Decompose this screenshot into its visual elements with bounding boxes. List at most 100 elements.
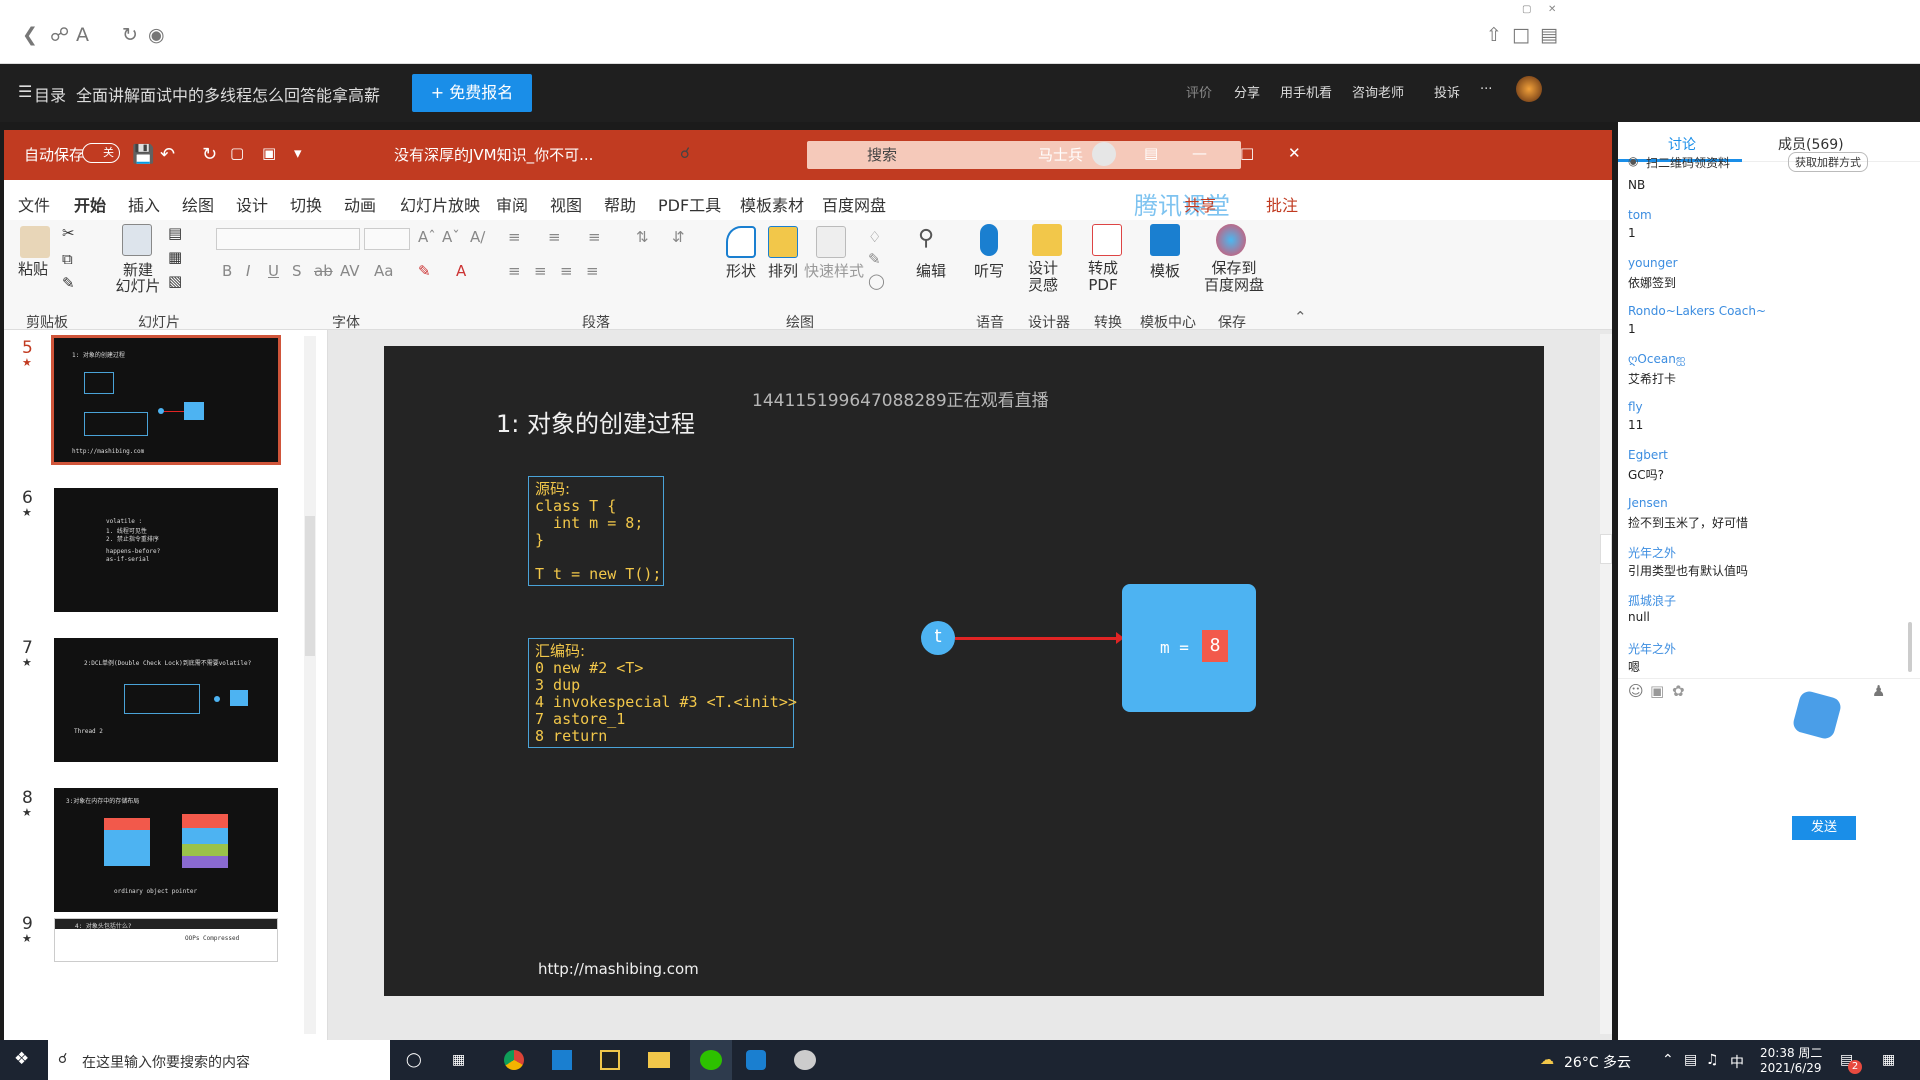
quick-styles-button[interactable]: 快速样式 bbox=[804, 260, 864, 281]
template-button[interactable]: 模板 bbox=[1150, 260, 1180, 281]
ribbon-display-icon[interactable]: ▤ bbox=[1144, 144, 1158, 162]
share-icon[interactable]: ⇧ bbox=[1486, 24, 1502, 46]
tab-review[interactable]: 审阅 bbox=[496, 192, 528, 216]
tray-up-icon[interactable]: ⌃ bbox=[1662, 1052, 1674, 1068]
line-spacing-icon[interactable]: ⇅ bbox=[636, 228, 649, 246]
close-icon[interactable]: ✕ bbox=[1288, 144, 1301, 162]
redo-icon[interactable]: ↻ bbox=[202, 144, 217, 165]
arrange-button[interactable]: 排列 bbox=[768, 260, 798, 281]
clock-time[interactable]: 20:38 周二 bbox=[1760, 1044, 1822, 1061]
emoji-icon[interactable]: ☺ bbox=[1628, 682, 1644, 700]
tab-animations[interactable]: 动画 bbox=[344, 192, 376, 216]
folder-icon[interactable] bbox=[648, 1052, 670, 1068]
slide-thumbnail-5[interactable]: 1: 对象的创建过程 http://mashibing.com bbox=[51, 335, 281, 465]
align-right-icon[interactable]: ≡ bbox=[560, 262, 573, 280]
tab-pdf-tools[interactable]: PDF工具 bbox=[658, 192, 721, 216]
store-icon[interactable] bbox=[552, 1050, 572, 1070]
underline-icon[interactable]: U bbox=[268, 262, 279, 280]
shape-fill-icon[interactable]: ♢ bbox=[868, 228, 881, 246]
thumbnail-scrollbar[interactable] bbox=[304, 336, 316, 1034]
compass-icon[interactable]: ◉ bbox=[148, 24, 165, 46]
avatar[interactable] bbox=[1516, 76, 1542, 102]
justify-icon[interactable]: ≡ bbox=[586, 262, 599, 280]
tab-members[interactable]: 成员(569) bbox=[1778, 134, 1844, 154]
new-slide-icon[interactable] bbox=[122, 224, 152, 256]
reset-icon[interactable]: ▦ bbox=[168, 248, 182, 266]
qr-notice[interactable]: 扫二维码领资料 bbox=[1646, 154, 1730, 171]
minimize-icon[interactable]: — bbox=[1192, 144, 1207, 162]
close-icon[interactable]: ✕ bbox=[1548, 4, 1556, 15]
user-icon[interactable]: ♟ bbox=[1872, 682, 1885, 700]
tab-insert[interactable]: 插入 bbox=[128, 192, 160, 216]
save-icon[interactable]: 💾 bbox=[132, 144, 154, 165]
menu-icon[interactable]: ☰ bbox=[18, 82, 32, 101]
cut-icon[interactable]: ✂ bbox=[62, 224, 75, 242]
paste-button[interactable]: 粘贴 bbox=[18, 258, 48, 279]
tab-file[interactable]: 文件 bbox=[18, 192, 50, 216]
copy-icon[interactable]: ⧉ bbox=[62, 250, 73, 268]
layout-icon[interactable]: ▤ bbox=[168, 224, 182, 242]
bullets-icon[interactable]: ≡ bbox=[508, 228, 521, 246]
chat-username[interactable]: Jensen bbox=[1628, 496, 1668, 510]
format-painter-icon[interactable]: ✎ bbox=[62, 274, 75, 292]
refresh-icon[interactable]: ↻ bbox=[122, 24, 138, 46]
complain-button[interactable]: 投诉 bbox=[1434, 82, 1460, 101]
windows-start-icon[interactable]: ❖ bbox=[14, 1049, 29, 1069]
collapse-ribbon-icon[interactable]: ⌃ bbox=[1294, 308, 1307, 326]
align-center-icon[interactable]: ≡ bbox=[534, 262, 547, 280]
slide-thumbnail-9[interactable]: 4: 对象头包括什么? OOPs Compressed bbox=[54, 918, 278, 962]
chat-scrollbar[interactable] bbox=[1908, 622, 1912, 672]
maximize-icon[interactable]: ▢ bbox=[1522, 4, 1531, 15]
link-icon[interactable]: ☍ bbox=[50, 24, 69, 46]
tab-view[interactable]: 视图 bbox=[550, 192, 582, 216]
dictate-button[interactable]: 听写 bbox=[974, 260, 1004, 281]
chat-username[interactable]: Rondo~Lakers Coach~ bbox=[1628, 304, 1766, 318]
decrease-font-icon[interactable]: Aˇ bbox=[442, 228, 460, 246]
volume-icon[interactable]: ♫ bbox=[1706, 1052, 1719, 1068]
highlight-icon[interactable]: ✎ bbox=[418, 262, 431, 280]
network-icon[interactable]: ▤ bbox=[1684, 1052, 1697, 1068]
ime-indicator[interactable]: 中 bbox=[1730, 1052, 1744, 1072]
font-color-icon[interactable]: A bbox=[456, 262, 466, 280]
chat-username[interactable]: younger bbox=[1628, 256, 1678, 270]
tab-templates[interactable]: 模板素材 bbox=[740, 192, 804, 216]
slide-thumbnail-8[interactable]: 3:对象在内存中的存储布局 ordinary object pointer bbox=[54, 788, 278, 912]
chat-username[interactable]: tom bbox=[1628, 208, 1652, 222]
user-avatar[interactable] bbox=[1092, 142, 1116, 166]
text-direction-icon[interactable]: ⇵ bbox=[672, 228, 685, 246]
image-icon[interactable]: ▣ bbox=[1650, 682, 1664, 700]
share-button[interactable]: 分享 bbox=[1234, 82, 1260, 101]
rate-button[interactable]: 评价 bbox=[1186, 82, 1212, 101]
find-icon[interactable]: ⚲ bbox=[918, 226, 934, 251]
font-size-select[interactable] bbox=[364, 228, 410, 250]
shape-effects-icon[interactable]: ◯ bbox=[868, 272, 885, 290]
edit-button[interactable]: 编辑 bbox=[916, 260, 946, 281]
flower-icon[interactable]: ✿ bbox=[1672, 682, 1685, 700]
chat-username[interactable]: 孤城浪子 bbox=[1628, 592, 1676, 609]
indent-icon[interactable]: ≡ bbox=[588, 228, 601, 246]
tab-design[interactable]: 设计 bbox=[236, 192, 268, 216]
slide-thumbnail-7[interactable]: 2:DCL单例(Double Check Lock)到底需不需要volatile… bbox=[54, 638, 278, 762]
chat-username[interactable]: fly bbox=[1628, 400, 1643, 414]
box-icon[interactable]: □ bbox=[1512, 24, 1530, 46]
chat-username[interactable]: Egbert bbox=[1628, 448, 1668, 462]
slide-thumbnail-6[interactable]: volatile : 1. 线程可见性 2. 禁止指令重排序 happens-b… bbox=[54, 488, 278, 612]
tab-transitions[interactable]: 切换 bbox=[290, 192, 322, 216]
shapes-button[interactable]: 形状 bbox=[726, 260, 756, 281]
app-icon[interactable] bbox=[794, 1050, 816, 1070]
chat-username[interactable]: ღOceanஐ bbox=[1628, 352, 1685, 368]
tab-discussion[interactable]: 讨论 bbox=[1668, 134, 1696, 154]
clipboard-icon[interactable]: ▤ bbox=[1540, 24, 1558, 46]
increase-font-icon[interactable]: Aˆ bbox=[418, 228, 436, 246]
back-icon[interactable]: ❮ bbox=[22, 24, 38, 46]
new-slide-button[interactable]: 新建 幻灯片 bbox=[108, 262, 168, 294]
user-name[interactable]: 马士兵 bbox=[1038, 144, 1083, 165]
weather-text[interactable]: 26°C 多云 bbox=[1564, 1052, 1631, 1072]
undo-icon[interactable]: ↶ bbox=[160, 144, 175, 165]
cortana-icon[interactable]: ◯ bbox=[406, 1052, 422, 1068]
quick-styles-icon[interactable] bbox=[816, 226, 846, 258]
shape-outline-icon[interactable]: ✎ bbox=[868, 250, 881, 268]
share-button[interactable]: 共享 bbox=[1184, 192, 1216, 216]
tab-draw[interactable]: 绘图 bbox=[182, 192, 214, 216]
strike-icon[interactable]: ab bbox=[314, 262, 333, 280]
